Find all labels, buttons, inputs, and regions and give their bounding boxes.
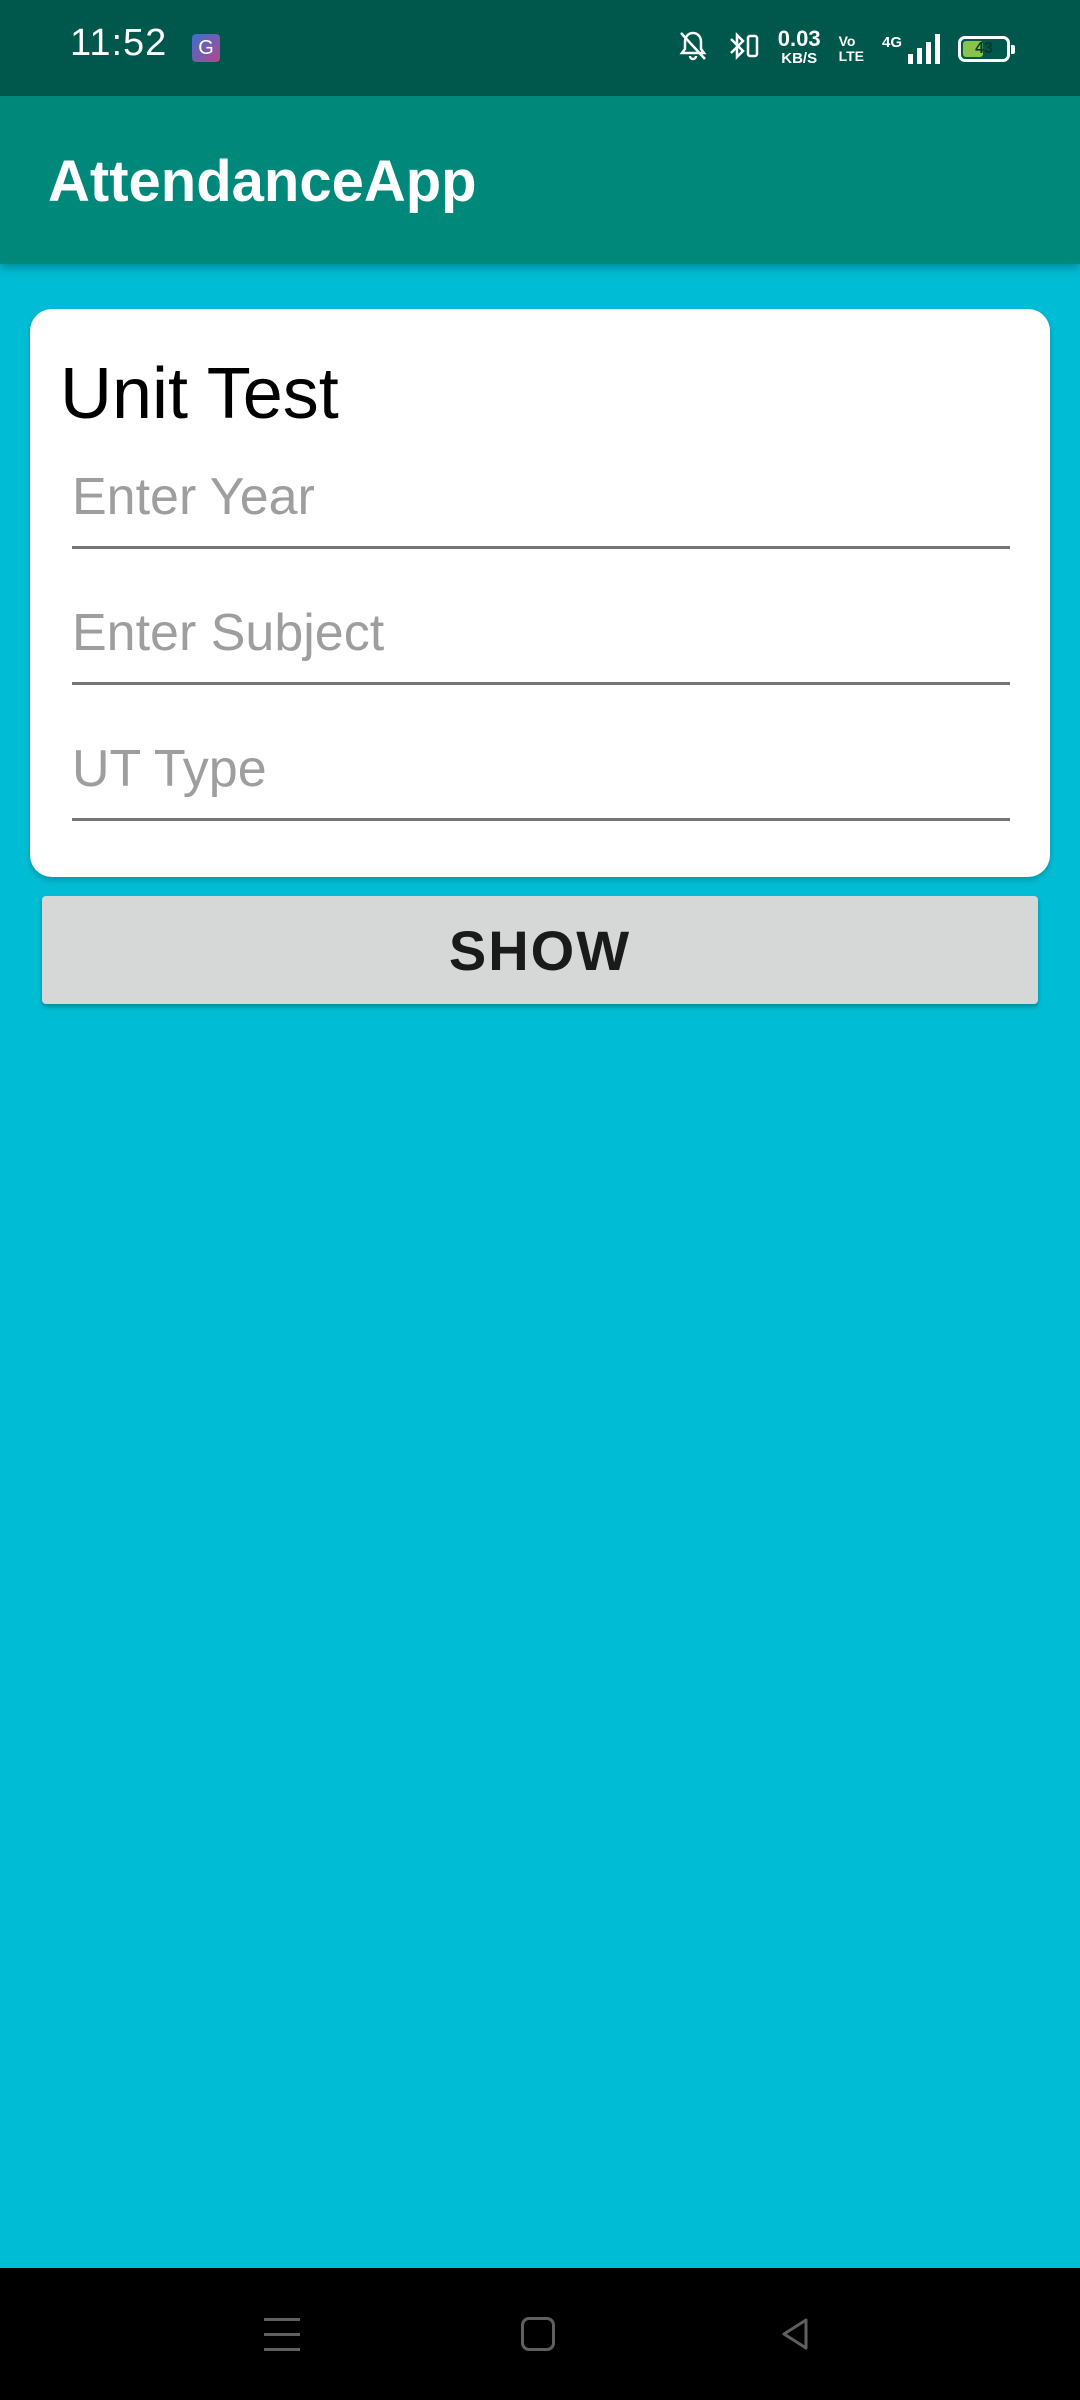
status-bar: 11:52 G 0.03 KB/S Vo LTE 4G 43 [0,0,1080,96]
volte-bottom: LTE [838,48,864,64]
show-button[interactable]: SHOW [42,896,1038,1004]
ut-type-input[interactable] [72,729,1010,821]
status-icons: 0.03 KB/S Vo LTE 4G 43 [678,24,1015,74]
home-icon[interactable] [508,2306,568,2362]
card-title: Unit Test [60,354,339,434]
battery-icon: 43 [958,36,1015,62]
signal-icon: 4G [882,34,940,64]
bluetooth-icon [726,30,760,68]
network-speed: 0.03 KB/S [777,26,821,69]
battery-level: 43 [975,40,993,57]
year-input[interactable] [72,457,1010,549]
app-bar: AttendanceApp [0,96,1080,264]
menu-icon[interactable] [252,2306,312,2362]
navigation-bar [0,2268,1080,2400]
unit-test-card: Unit Test [30,309,1050,877]
status-time: 11:52 [70,22,168,64]
back-icon[interactable] [766,2306,826,2362]
network-type: 4G [881,34,902,51]
notifications-off-icon [678,30,708,68]
volte-icon: Vo LTE [839,34,864,64]
network-speed-value: 0.03 [777,26,821,51]
subject-input[interactable] [72,593,1010,685]
volte-top: Vo [838,33,856,49]
network-speed-unit: KB/S [781,50,818,67]
app-title: AttendanceApp [48,149,477,214]
app-notification-icon: G [192,34,220,62]
